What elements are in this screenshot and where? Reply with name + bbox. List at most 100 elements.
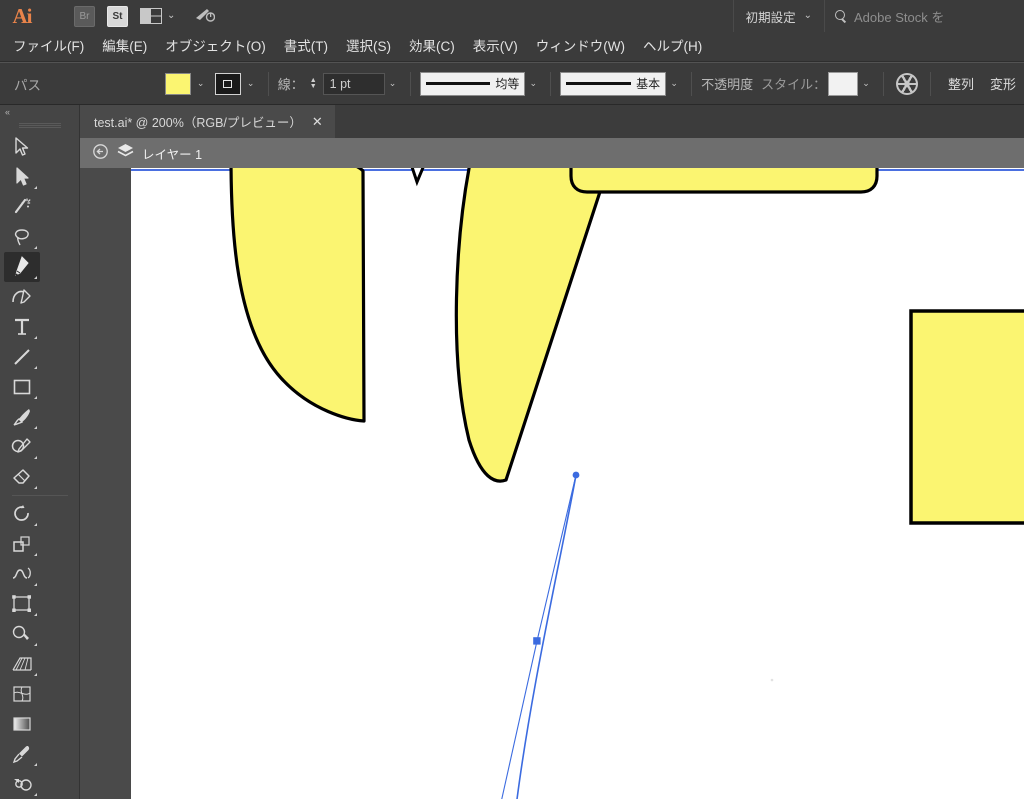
curvature-tool[interactable] bbox=[4, 282, 40, 312]
eraser-tool[interactable] bbox=[4, 462, 40, 492]
mesh-tool[interactable] bbox=[4, 679, 40, 709]
workspace-label: 初期設定 bbox=[745, 10, 796, 25]
eyedropper-tool[interactable] bbox=[4, 739, 40, 769]
chevron-down-icon[interactable]: ⌄ bbox=[858, 73, 874, 95]
gradient-tool[interactable] bbox=[4, 709, 40, 739]
menu-view[interactable]: 表示(V) bbox=[464, 32, 527, 62]
pen-direction-line-lower bbox=[501, 640, 538, 799]
brush-preview bbox=[566, 82, 632, 85]
direct-selection-tool[interactable] bbox=[4, 162, 40, 192]
magic-wand-tool[interactable] bbox=[4, 192, 40, 222]
chevron-down-icon[interactable]: ⌄ bbox=[243, 73, 259, 95]
close-icon[interactable]: ✕ bbox=[312, 114, 323, 130]
selection-tool[interactable] bbox=[4, 132, 40, 162]
stock-button[interactable]: St bbox=[107, 5, 128, 27]
yellow-crescent-shape bbox=[229, 168, 366, 423]
pen-path-curve bbox=[516, 474, 577, 799]
scale-tool[interactable] bbox=[4, 529, 40, 559]
layer-name-label: レイヤー 1 bbox=[142, 147, 203, 162]
document-tab-bar: test.ai* @ 200%（RGB/プレビュー） ✕ bbox=[80, 105, 1024, 138]
pen-tool[interactable] bbox=[4, 252, 40, 282]
yellow-rounded-bar-shape bbox=[569, 168, 879, 194]
shape-builder-tool[interactable] bbox=[4, 619, 40, 649]
chevron-down-icon[interactable]: ⌄ bbox=[193, 73, 209, 95]
panel-drag-handle[interactable] bbox=[18, 123, 61, 128]
fill-swatch[interactable] bbox=[164, 72, 191, 95]
menu-edit[interactable]: 編集(E) bbox=[93, 32, 156, 62]
document-tab[interactable]: test.ai* @ 200%（RGB/プレビュー） ✕ bbox=[80, 105, 335, 138]
menu-select[interactable]: 選択(S) bbox=[337, 32, 400, 62]
stroke-color-control[interactable]: ⌄ bbox=[214, 72, 259, 95]
artboard-canvas[interactable] bbox=[131, 168, 1024, 799]
menu-window[interactable]: ウィンドウ(W) bbox=[527, 32, 634, 62]
workspace-selector[interactable]: 初期設定 ⌄ bbox=[732, 0, 824, 32]
rectangle-tool[interactable] bbox=[4, 372, 40, 402]
collapse-panel-button[interactable]: « bbox=[0, 105, 79, 119]
tools-panel: « bbox=[0, 105, 80, 799]
bridge-button[interactable]: Br bbox=[74, 5, 95, 27]
chevron-down-icon[interactable]: ⌄ bbox=[385, 73, 401, 95]
tool-group-indicator bbox=[34, 583, 37, 586]
divider bbox=[550, 71, 552, 96]
stray-mark bbox=[770, 678, 774, 682]
stroke-profile-select[interactable]: 均等 bbox=[419, 71, 526, 96]
divider bbox=[691, 71, 693, 96]
tool-group-indicator bbox=[34, 673, 37, 676]
stroke-profile-preview bbox=[425, 82, 491, 85]
chevron-down-icon: ⌄ bbox=[167, 10, 176, 21]
pen-anchor-top bbox=[572, 471, 580, 479]
search-placeholder: Adobe Stock を bbox=[854, 9, 945, 25]
divider bbox=[267, 71, 269, 96]
pen-anchor-selected bbox=[533, 637, 541, 645]
opacity-label[interactable]: 不透明度 bbox=[701, 74, 753, 93]
brush-definition-select[interactable]: 基本 bbox=[560, 71, 667, 96]
back-arrow-icon[interactable] bbox=[92, 143, 109, 163]
transform-button[interactable]: 変形 bbox=[982, 74, 1024, 93]
tool-group-indicator bbox=[34, 186, 37, 189]
blend-tool[interactable] bbox=[4, 769, 40, 799]
stroke-weight-label: 線： bbox=[277, 77, 304, 92]
free-transform-tool[interactable] bbox=[4, 589, 40, 619]
menu-type[interactable]: 書式(T) bbox=[275, 32, 337, 62]
menu-object[interactable]: オブジェクト(O) bbox=[156, 32, 275, 62]
tool-group-indicator bbox=[34, 486, 37, 489]
shaper-tool[interactable] bbox=[4, 432, 40, 462]
align-button[interactable]: 整列 bbox=[940, 74, 982, 93]
divider bbox=[883, 71, 885, 96]
tool-group-indicator bbox=[34, 643, 37, 646]
layers-icon bbox=[117, 143, 134, 163]
lasso-tool[interactable] bbox=[4, 222, 40, 252]
canvas-area[interactable] bbox=[80, 168, 1024, 799]
tool-group-indicator bbox=[34, 613, 37, 616]
tool-grid bbox=[0, 132, 79, 799]
yellow-leaf-shape bbox=[454, 168, 610, 483]
chevron-down-icon[interactable]: ⌄ bbox=[666, 73, 682, 95]
graphic-style-swatch[interactable] bbox=[828, 71, 859, 96]
stroke-weight-stepper[interactable]: ▲ ▼ bbox=[307, 77, 320, 90]
search-icon bbox=[835, 9, 848, 23]
menu-effect[interactable]: 効果(C) bbox=[400, 32, 464, 62]
tool-group-indicator bbox=[34, 523, 37, 526]
width-tool[interactable] bbox=[4, 559, 40, 589]
line-segment-tool[interactable] bbox=[4, 342, 40, 372]
fill-color-control[interactable]: ⌄ bbox=[164, 72, 209, 95]
app-logo-icon: Ai bbox=[12, 3, 33, 28]
perspective-grid-tool[interactable] bbox=[4, 649, 40, 679]
stroke-swatch[interactable] bbox=[214, 72, 241, 95]
arrange-documents-button[interactable]: ⌄ bbox=[140, 8, 175, 24]
paintbrush-tool[interactable] bbox=[4, 402, 40, 432]
opacity-gear-icon[interactable] bbox=[896, 72, 918, 95]
selection-type-label: パス bbox=[14, 77, 41, 93]
titlebar-right-group: 初期設定 ⌄ Adobe Stock を bbox=[732, 0, 1024, 32]
menu-file[interactable]: ファイル(F) bbox=[4, 32, 93, 62]
adobe-stock-search[interactable]: Adobe Stock を bbox=[824, 0, 1024, 32]
rotate-tool[interactable] bbox=[4, 499, 40, 529]
spinner-down-icon[interactable]: ▼ bbox=[310, 83, 317, 90]
type-tool[interactable] bbox=[4, 312, 40, 342]
rocket-glyph bbox=[196, 8, 216, 22]
rocket-icon[interactable] bbox=[195, 7, 216, 26]
tool-group-indicator bbox=[34, 246, 37, 249]
menu-help[interactable]: ヘルプ(H) bbox=[634, 32, 711, 62]
chevron-down-icon[interactable]: ⌄ bbox=[525, 73, 541, 95]
stroke-weight-input[interactable]: 1 pt bbox=[322, 72, 385, 95]
